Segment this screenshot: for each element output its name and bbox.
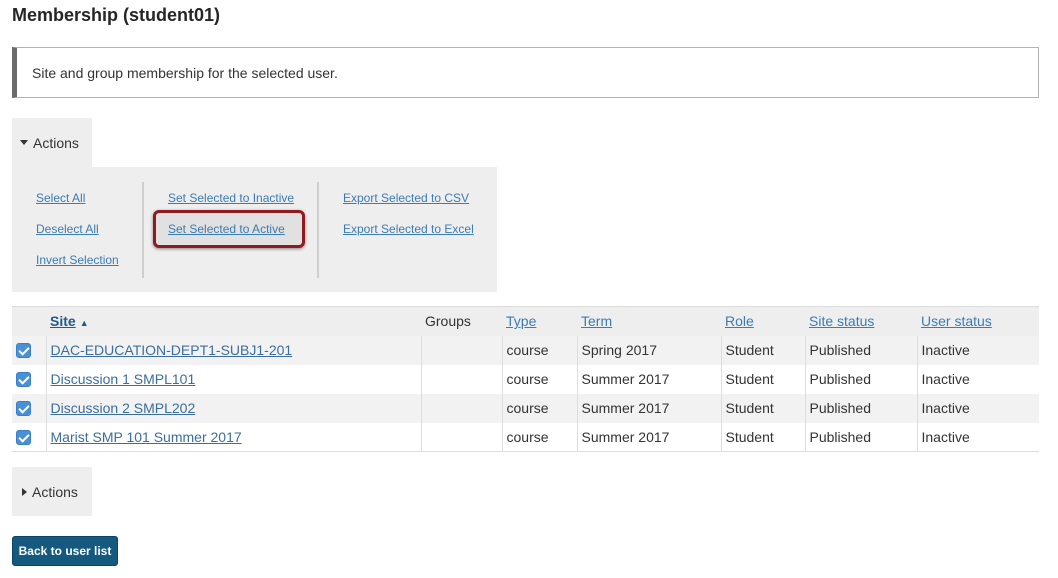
actions-toggle-top[interactable]: Actions (12, 118, 92, 167)
site-status-cell: Published (804, 393, 917, 423)
user-status-cell: Inactive (916, 335, 1039, 365)
row-checkbox[interactable] (16, 401, 31, 417)
actions-toggle-bottom[interactable]: Actions (12, 467, 92, 516)
site-status-sort-link[interactable]: Site status (809, 313, 874, 329)
site-status-cell: Published (804, 364, 917, 394)
invert-selection-link[interactable]: Invert Selection (36, 253, 119, 267)
term-cell: Summer 2017 (576, 393, 721, 423)
user-status-cell: Inactive (916, 364, 1039, 394)
user-status-sort-link[interactable]: User status (921, 313, 992, 329)
info-text: Site and group membership for the select… (32, 65, 338, 81)
caret-right-icon (22, 487, 27, 496)
table-header-row: Site ▲ Groups Type Term Role Site status … (12, 306, 1039, 336)
term-sort-link[interactable]: Term (581, 313, 612, 329)
type-sort-link[interactable]: Type (506, 313, 536, 329)
role-column-header[interactable]: Role (721, 306, 805, 336)
deselect-all-link[interactable]: Deselect All (36, 222, 99, 236)
role-cell: Student (720, 335, 805, 365)
site-status-column-header[interactable]: Site status (805, 306, 917, 336)
type-cell: course (501, 335, 577, 365)
select-all-link[interactable]: Select All (36, 191, 85, 205)
term-cell: Summer 2017 (576, 364, 721, 394)
term-column-header[interactable]: Term (577, 306, 721, 336)
export-excel-link[interactable]: Export Selected to Excel (343, 222, 474, 236)
role-sort-link[interactable]: Role (725, 313, 754, 329)
set-active-link[interactable]: Set Selected to Active (168, 222, 285, 236)
info-box: Site and group membership for the select… (12, 47, 1039, 98)
table-row: DAC-EDUCATION-DEPT1-SUBJ1-201 course Spr… (12, 335, 1039, 365)
table-row: Discussion 1 SMPL101 course Summer 2017 … (12, 364, 1039, 394)
site-status-cell: Published (804, 422, 917, 452)
membership-table: Site ▲ Groups Type Term Role Site status … (12, 306, 1039, 452)
divider (142, 182, 144, 278)
groups-cell (420, 335, 502, 365)
role-cell: Student (720, 393, 805, 423)
row-checkbox[interactable] (16, 430, 31, 446)
back-to-user-list-button[interactable]: Back to user list (12, 536, 118, 566)
term-cell: Spring 2017 (576, 335, 721, 365)
table-row: Marist SMP 101 Summer 2017 course Summer… (12, 422, 1039, 452)
groups-column-header: Groups (421, 306, 502, 336)
set-inactive-link[interactable]: Set Selected to Inactive (168, 191, 294, 205)
type-cell: course (501, 422, 577, 452)
role-cell: Student (720, 422, 805, 452)
site-link[interactable]: Marist SMP 101 Summer 2017 (51, 429, 242, 445)
caret-down-icon (20, 140, 28, 145)
export-csv-link[interactable]: Export Selected to CSV (343, 191, 469, 205)
page-title: Membership (student01) (12, 5, 221, 25)
type-column-header[interactable]: Type (502, 306, 577, 336)
type-cell: course (501, 364, 577, 394)
term-cell: Summer 2017 (576, 422, 721, 452)
site-status-cell: Published (804, 335, 917, 365)
user-status-cell: Inactive (916, 422, 1039, 452)
user-status-cell: Inactive (916, 393, 1039, 423)
site-sort-link[interactable]: Site (50, 313, 76, 329)
actions-label: Actions (32, 483, 78, 500)
sort-ascending-icon: ▲ (79, 317, 89, 328)
actions-panel: Select All Deselect All Invert Selection… (12, 167, 497, 292)
groups-cell (420, 422, 502, 452)
actions-label: Actions (33, 134, 79, 151)
table-row: Discussion 2 SMPL202 course Summer 2017 … (12, 393, 1039, 423)
user-status-column-header[interactable]: User status (917, 306, 1039, 336)
site-link[interactable]: Discussion 1 SMPL101 (51, 371, 196, 387)
site-link[interactable]: DAC-EDUCATION-DEPT1-SUBJ1-201 (51, 342, 293, 358)
type-cell: course (501, 393, 577, 423)
site-link[interactable]: Discussion 2 SMPL202 (51, 400, 196, 416)
groups-cell (420, 393, 502, 423)
select-column-header (12, 306, 46, 336)
groups-cell (420, 364, 502, 394)
row-checkbox[interactable] (16, 343, 31, 359)
divider (317, 182, 319, 278)
site-column-header[interactable]: Site ▲ (46, 306, 421, 336)
row-checkbox[interactable] (16, 372, 31, 388)
role-cell: Student (720, 364, 805, 394)
